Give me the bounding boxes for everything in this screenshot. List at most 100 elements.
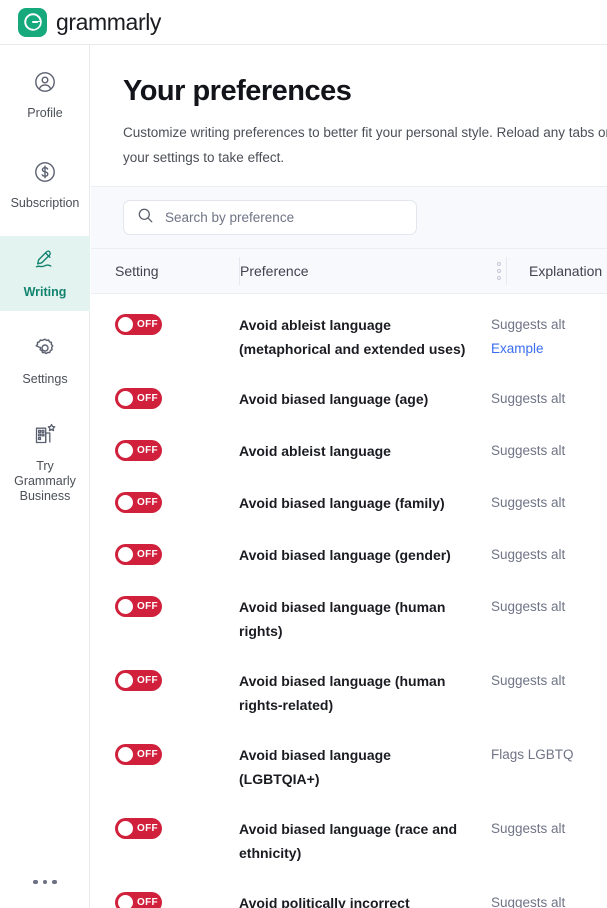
- toggle-knob: [118, 821, 133, 836]
- explanation-text: Suggests alt: [491, 317, 566, 332]
- toggle-state-label: OFF: [137, 392, 158, 404]
- setting-cell: OFF: [115, 891, 239, 908]
- preference-toggle[interactable]: OFF: [115, 670, 162, 691]
- toggle-knob: [118, 495, 133, 510]
- preference-cell: Avoid biased language (family): [239, 491, 491, 515]
- table-row: OFF Avoid biased language (age) Suggests…: [91, 374, 607, 426]
- preference-cell: Avoid biased language (race and ethnicit…: [239, 817, 491, 865]
- app-header: grammarly: [0, 0, 607, 45]
- setting-cell: OFF: [115, 439, 239, 461]
- sidebar: Profile Subscription Writing Settings Tr…: [0, 45, 90, 908]
- toggle-state-label: OFF: [137, 674, 158, 686]
- toggle-state-label: OFF: [137, 822, 158, 834]
- toggle-knob: [118, 317, 133, 332]
- explanation-text: Suggests alt: [491, 673, 566, 688]
- preference-label: Avoid biased language (human rights): [239, 599, 446, 639]
- sidebar-item-label: Profile: [27, 106, 63, 120]
- setting-cell: OFF: [115, 313, 239, 335]
- preference-toggle[interactable]: OFF: [115, 314, 162, 335]
- column-header-preference[interactable]: Preference: [240, 262, 492, 280]
- search-bar-container: [91, 186, 607, 248]
- setting-cell: OFF: [115, 595, 239, 617]
- setting-cell: OFF: [115, 491, 239, 513]
- grammarly-g-icon: [18, 7, 47, 37]
- preference-cell: Avoid biased language (human rights): [239, 595, 491, 643]
- table-row: OFF Avoid ableist language Suggests alt: [91, 426, 607, 478]
- setting-cell: OFF: [115, 743, 239, 765]
- user-circle-icon: [33, 70, 57, 99]
- table-row: OFF Avoid biased language (LGBTQIA+) Fla…: [91, 730, 607, 804]
- toggle-state-label: OFF: [137, 496, 158, 508]
- sidebar-item-label: Settings: [22, 372, 68, 386]
- dollar-circle-icon: [33, 160, 57, 189]
- preference-label: Avoid ableist language: [239, 443, 391, 459]
- brand-logo[interactable]: grammarly: [18, 7, 162, 37]
- explanation-cell: Suggests alt: [491, 891, 607, 908]
- grammarly-preferences-page: grammarly Profile Subscription Writing S…: [0, 0, 607, 908]
- more-dot: [42, 879, 48, 884]
- explanation-cell: Suggests alt: [491, 387, 607, 411]
- setting-cell: OFF: [115, 669, 239, 691]
- explanation-text: Suggests alt: [491, 599, 566, 614]
- explanation-cell: Suggests alt: [491, 669, 607, 693]
- search-box[interactable]: [123, 200, 417, 235]
- column-header-explanation[interactable]: Explanation: [507, 262, 602, 280]
- preference-cell: Avoid ableist language: [239, 439, 491, 463]
- more-dot: [52, 879, 57, 884]
- building-star-icon: [32, 423, 58, 452]
- preference-label: Avoid ableist language (metaphorical and…: [239, 317, 466, 357]
- preference-label: Avoid politically incorrect language: [239, 895, 410, 908]
- pen-icon: [32, 247, 58, 278]
- explanation-cell: Suggests alt: [491, 543, 607, 567]
- table-row: OFF Avoid biased language (family) Sugge…: [91, 478, 607, 530]
- preference-cell: Avoid biased language (human rights-rela…: [239, 669, 491, 717]
- toggle-knob: [118, 673, 133, 688]
- preference-label: Avoid biased language (LGBTQIA+): [239, 747, 391, 787]
- preference-toggle[interactable]: OFF: [115, 596, 162, 617]
- explanation-text: Suggests alt: [491, 547, 566, 562]
- sidebar-item-subscription[interactable]: Subscription: [0, 149, 90, 222]
- toggle-state-label: OFF: [137, 444, 158, 456]
- preference-label: Avoid biased language (race and ethnicit…: [239, 821, 458, 861]
- main-content: Your preferences Customize writing prefe…: [91, 45, 607, 908]
- explanation-text: Suggests alt: [491, 443, 566, 458]
- more-dot: [33, 879, 38, 884]
- table-row: OFF Avoid ableist language (metaphorical…: [91, 300, 607, 374]
- preference-toggle[interactable]: OFF: [115, 818, 162, 839]
- preference-toggle[interactable]: OFF: [115, 544, 162, 565]
- sidebar-item-profile[interactable]: Profile: [0, 59, 90, 132]
- toggle-state-label: OFF: [137, 318, 158, 330]
- setting-cell: OFF: [115, 387, 239, 409]
- table-row: OFF Avoid biased language (gender) Sugge…: [91, 530, 607, 582]
- preference-cell: Avoid ableist language (metaphorical and…: [239, 313, 491, 361]
- sidebar-item-settings[interactable]: Settings: [0, 325, 90, 398]
- preferences-table-body: OFF Avoid ableist language (metaphorical…: [91, 294, 607, 908]
- preference-cell: Avoid politically incorrect language: [239, 891, 491, 908]
- preference-toggle[interactable]: OFF: [115, 892, 162, 908]
- sidebar-item-try-grammarly-business[interactable]: Try Grammarly Business: [0, 412, 90, 515]
- column-header-setting[interactable]: Setting: [115, 262, 239, 280]
- preference-label: Avoid biased language (family): [239, 495, 445, 511]
- toggle-state-label: OFF: [137, 748, 158, 760]
- preference-toggle[interactable]: OFF: [115, 492, 162, 513]
- gear-icon: [33, 336, 57, 365]
- more-horizontal-icon[interactable]: [0, 870, 90, 895]
- explanation-cell: Suggests alt: [491, 595, 607, 619]
- toggle-knob: [118, 547, 133, 562]
- preference-cell: Avoid biased language (LGBTQIA+): [239, 743, 491, 791]
- column-drag-handle-icon[interactable]: [492, 262, 506, 280]
- brand-name: grammarly: [56, 8, 162, 35]
- explanation-text: Suggests alt: [491, 821, 566, 836]
- sidebar-item-label: Writing: [23, 285, 67, 299]
- column-header-preference-label: Preference: [240, 263, 309, 279]
- example-link[interactable]: Example: [491, 337, 607, 361]
- explanation-cell: Suggests alt Example: [491, 313, 607, 361]
- sidebar-item-writing[interactable]: Writing: [0, 236, 90, 311]
- search-icon: [137, 207, 154, 229]
- toggle-state-label: OFF: [137, 600, 158, 612]
- preference-toggle[interactable]: OFF: [115, 744, 162, 765]
- preference-cell: Avoid biased language (gender): [239, 543, 491, 567]
- preference-toggle[interactable]: OFF: [115, 388, 162, 409]
- preference-toggle[interactable]: OFF: [115, 440, 162, 461]
- search-input[interactable]: [165, 210, 403, 225]
